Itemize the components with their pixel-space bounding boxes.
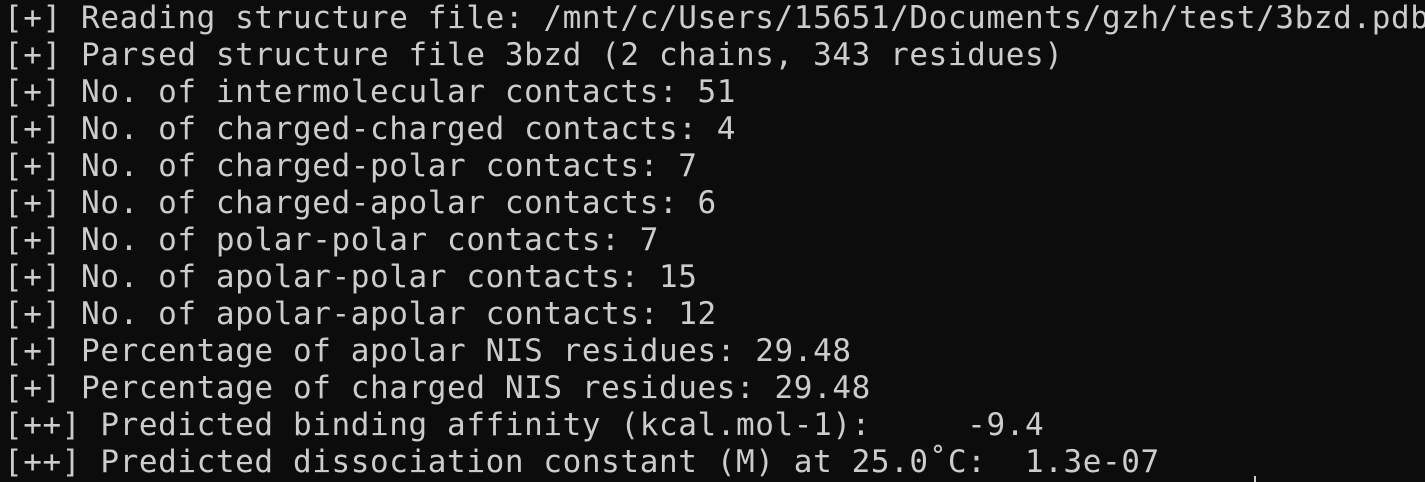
terminal-line-percentage-apolar-nis: [+] Percentage of apolar NIS residues: 2… [4, 333, 852, 369]
terminal-line-dissociation-constant: [++] Predicted dissociation constant (M)… [4, 444, 1160, 480]
terminal-line-apolar-apolar: [+] No. of apolar-apolar contacts: 12 [4, 296, 717, 332]
terminal-line-charged-apolar: [+] No. of charged-apolar contacts: 6 [4, 185, 717, 221]
terminal-line-percentage-charged-nis: [+] Percentage of charged NIS residues: … [4, 370, 871, 406]
terminal-line-binding-affinity: [++] Predicted binding affinity (kcal.mo… [4, 407, 1045, 443]
terminal-line-parsed-structure: [+] Parsed structure file 3bzd (2 chains… [4, 37, 1064, 73]
cursor-marker [1254, 476, 1256, 482]
terminal-line-charged-polar: [+] No. of charged-polar contacts: 7 [4, 148, 698, 184]
terminal-line-apolar-polar: [+] No. of apolar-polar contacts: 15 [4, 259, 698, 295]
terminal-line-intermolecular-contacts: [+] No. of intermolecular contacts: 51 [4, 74, 737, 110]
terminal-line-reading-structure: [+] Reading structure file: /mnt/c/Users… [4, 0, 1425, 36]
terminal-line-charged-charged: [+] No. of charged-charged contacts: 4 [4, 111, 737, 147]
terminal-window[interactable]: [+] Reading structure file: /mnt/c/Users… [0, 0, 1425, 482]
terminal-line-polar-polar: [+] No. of polar-polar contacts: 7 [4, 222, 659, 258]
